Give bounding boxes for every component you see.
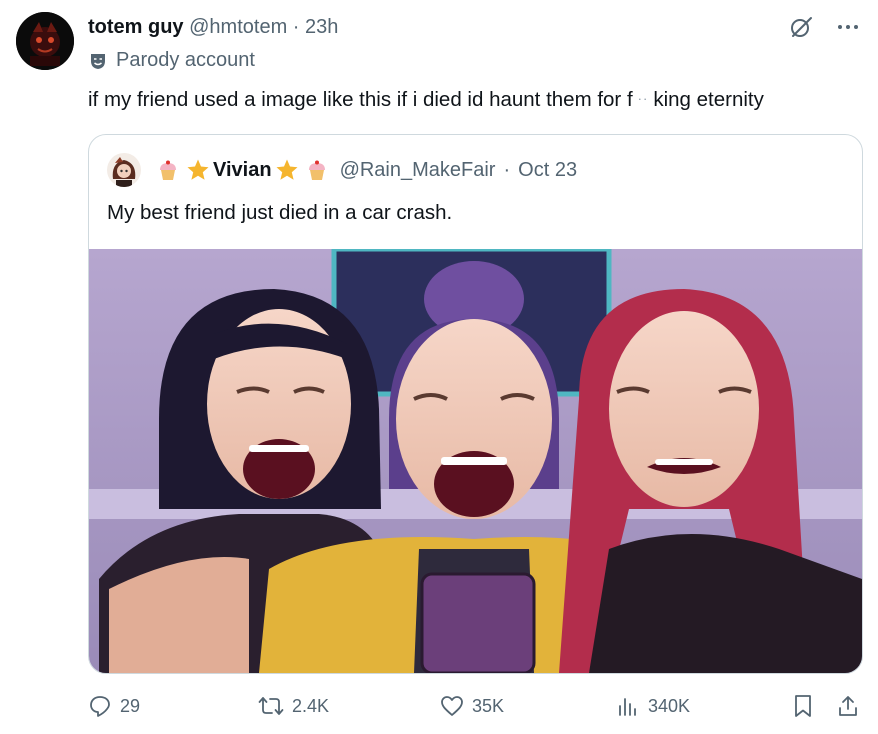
quoted-post[interactable]: Vivian @Rain_MakeFair · Oct 23 My best f… bbox=[88, 134, 863, 674]
repost-button[interactable]: 2.4K bbox=[258, 694, 329, 718]
like-icon bbox=[440, 694, 464, 718]
parody-label: Parody account bbox=[88, 49, 255, 72]
share-button[interactable] bbox=[836, 694, 860, 718]
share-icon bbox=[836, 694, 860, 718]
post-header: totem guy @hmtotem · 23h bbox=[88, 14, 338, 40]
quoted-post-image[interactable] bbox=[89, 249, 862, 673]
quoted-author-avatar[interactable] bbox=[107, 153, 141, 187]
reply-icon bbox=[88, 694, 112, 718]
repost-icon bbox=[258, 694, 284, 718]
quoted-meta-separator: · bbox=[503, 158, 511, 181]
reply-count: 29 bbox=[120, 695, 141, 716]
views-count: 340K bbox=[648, 695, 691, 716]
author-display-name[interactable]: totem guy bbox=[88, 16, 184, 38]
author-handle[interactable]: @hmtotem bbox=[189, 16, 287, 38]
parody-mask-icon bbox=[88, 51, 108, 71]
like-count: 35K bbox=[472, 695, 505, 716]
bookmark-icon bbox=[792, 694, 814, 718]
quoted-post-header: Vivian @Rain_MakeFair · Oct 23 bbox=[107, 153, 577, 187]
quoted-date[interactable]: Oct 23 bbox=[518, 159, 577, 182]
quoted-post-text: My best friend just died in a car crash. bbox=[107, 201, 453, 224]
meta-separator: · bbox=[292, 16, 300, 38]
author-avatar[interactable] bbox=[16, 12, 74, 70]
like-button[interactable]: 35K bbox=[440, 694, 504, 718]
post-text-part2: king eternity bbox=[653, 88, 764, 111]
grok-icon[interactable] bbox=[788, 14, 814, 40]
star-icon bbox=[275, 158, 299, 182]
post-text: if my friend used a image like this if i… bbox=[88, 86, 764, 113]
post-text-part1: if my friend used a image like this if i… bbox=[88, 88, 633, 111]
bookmark-button[interactable] bbox=[792, 694, 814, 718]
post-top-actions bbox=[788, 14, 860, 40]
views-button[interactable]: 340K bbox=[616, 694, 690, 718]
quoted-handle[interactable]: @Rain_MakeFair bbox=[340, 159, 496, 182]
parody-label-text: Parody account bbox=[116, 49, 255, 71]
post-time[interactable]: 23h bbox=[305, 16, 338, 38]
repost-count: 2.4K bbox=[292, 695, 330, 716]
cupcake-icon bbox=[156, 158, 180, 182]
cupcake-icon bbox=[305, 158, 329, 182]
quoted-name-text[interactable]: Vivian bbox=[213, 159, 272, 182]
quoted-display-name[interactable]: Vivian bbox=[153, 158, 332, 182]
reply-button[interactable]: 29 bbox=[88, 694, 140, 718]
star-icon bbox=[186, 158, 210, 182]
views-icon bbox=[616, 694, 640, 718]
post-action-bar: 29 2.4K 35K 340K bbox=[88, 694, 863, 722]
more-icon[interactable] bbox=[836, 15, 860, 39]
post-text-censor: ·· bbox=[637, 91, 649, 106]
